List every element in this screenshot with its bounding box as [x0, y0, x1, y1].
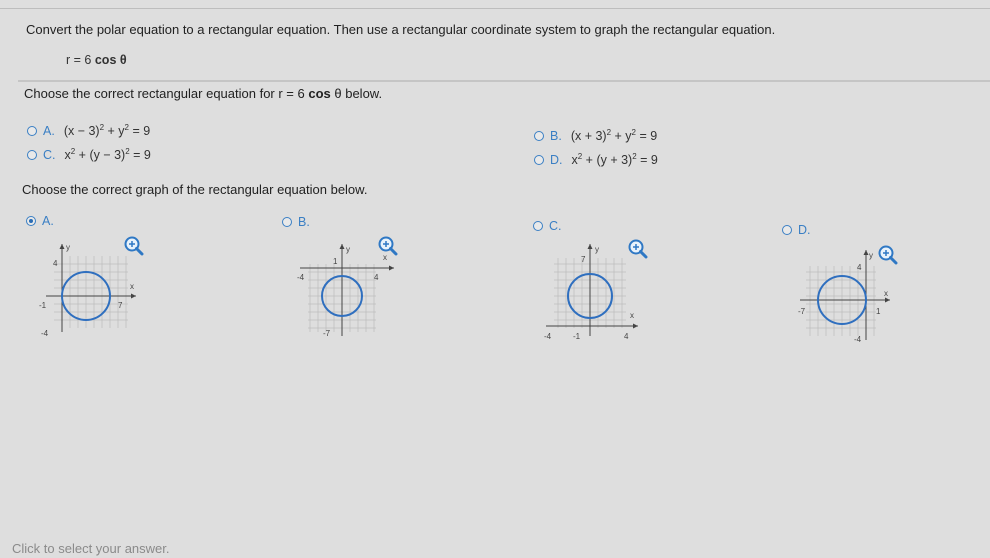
- graph-c[interactable]: y x 7 -4 4 -1: [540, 236, 666, 348]
- radio-button[interactable]: [27, 125, 37, 136]
- zoom-in-icon[interactable]: [124, 236, 144, 256]
- equation-part: + y: [104, 124, 125, 139]
- graph-choice-c[interactable]: C.: [533, 219, 571, 233]
- tick-label-top: 1: [333, 257, 338, 266]
- tick-label-top: 7: [581, 255, 586, 264]
- tick-label-left: -1: [39, 301, 47, 310]
- tick-label-right: 4: [624, 332, 629, 341]
- equation-part: (x − 3): [63, 124, 100, 139]
- equation-choice-d[interactable]: D. x2 + (y + 3)2 = 9: [534, 152, 658, 167]
- choice-equation: x2 + (y + 3)2 = 9: [572, 152, 658, 167]
- given-func: cos: [94, 53, 117, 67]
- tick-label-top: 4: [53, 259, 58, 268]
- graph-choice-d[interactable]: D.: [782, 223, 820, 237]
- choice-letter: B.: [550, 128, 562, 143]
- equation-part: (x + 3): [570, 129, 607, 144]
- tick-label-right: 1: [876, 307, 881, 316]
- x-axis-label: x: [630, 311, 634, 320]
- equation-part: = 9: [129, 148, 151, 163]
- given-equation: r = 6 cos θ: [66, 53, 127, 67]
- tick-label-right: 4: [374, 273, 379, 282]
- given-var: θ: [119, 53, 127, 67]
- tick-label-bottom: -4: [41, 329, 49, 338]
- graph-b[interactable]: y x 1 -4 4 -7: [290, 236, 416, 340]
- radio-button[interactable]: [533, 221, 543, 231]
- prompt1-func: cos: [308, 86, 331, 101]
- y-axis-label: y: [346, 245, 350, 254]
- equation-part: = 9: [129, 124, 151, 139]
- radio-button[interactable]: [534, 130, 544, 141]
- x-axis-label: x: [383, 253, 387, 262]
- radio-button-selected[interactable]: [26, 216, 36, 226]
- equation-choice-c[interactable]: C. x2 + (y − 3)2 = 9: [27, 147, 151, 162]
- question-text: Convert the polar equation to a rectangu…: [26, 22, 776, 37]
- equation-part: = 9: [636, 129, 658, 144]
- y-axis-label: y: [595, 245, 599, 254]
- tick-label-top: 4: [857, 263, 862, 272]
- tick-label-right: 7: [118, 301, 123, 310]
- choice-letter: C.: [43, 147, 56, 162]
- choice-letter: C.: [549, 219, 562, 233]
- tick-label-bottom: -7: [323, 329, 331, 338]
- graph-a[interactable]: y x 4 -1 7 -4: [36, 236, 162, 340]
- graph-prompt: Choose the correct graph of the rectangu…: [22, 182, 368, 197]
- graph-choice-a[interactable]: A.: [26, 214, 63, 228]
- tick-label-bottom: -1: [573, 332, 581, 341]
- graph-choice-b[interactable]: B.: [282, 215, 319, 229]
- zoom-in-icon[interactable]: [878, 245, 898, 265]
- prompt1-text: Choose the correct rectangular equation …: [24, 86, 309, 101]
- equation-choice-b[interactable]: B. (x + 3)2 + y2 = 9: [534, 128, 657, 143]
- equation-choice-a[interactable]: A. (x − 3)2 + y2 = 9: [27, 123, 150, 138]
- radio-button[interactable]: [782, 225, 792, 235]
- choice-equation: (x − 3)2 + y2 = 9: [64, 123, 150, 138]
- choice-letter: A.: [42, 214, 54, 228]
- tick-label-left: -4: [297, 273, 305, 282]
- equation-part: + (y − 3): [75, 148, 126, 163]
- choice-letter: B.: [298, 215, 310, 229]
- equation-prompt: Choose the correct rectangular equation …: [24, 86, 382, 101]
- choice-letter: D.: [550, 152, 563, 167]
- prompt1-tail: θ below.: [330, 86, 383, 101]
- tick-label-left: -7: [798, 307, 806, 316]
- y-axis-label: y: [66, 243, 70, 252]
- graph-d[interactable]: y x 4 -7 1 -4: [796, 240, 920, 348]
- equation-part: + (y + 3): [582, 153, 633, 168]
- zoom-in-icon[interactable]: [378, 236, 398, 256]
- radio-button[interactable]: [282, 217, 292, 227]
- given-lhs: r = 6: [66, 53, 92, 67]
- x-axis-label: x: [884, 289, 888, 298]
- radio-button[interactable]: [27, 149, 37, 160]
- footer-hint: Click to select your answer.: [12, 541, 170, 556]
- equation-part: = 9: [636, 153, 658, 168]
- choice-letter: D.: [798, 223, 811, 237]
- x-axis-label: x: [130, 282, 134, 291]
- choice-letter: A.: [43, 123, 55, 138]
- y-axis-label: y: [869, 251, 873, 260]
- top-border: [0, 8, 990, 9]
- tick-label-left: -4: [544, 332, 552, 341]
- equation-part: + y: [611, 129, 632, 144]
- choice-equation: x2 + (y − 3)2 = 9: [65, 147, 151, 162]
- tick-label-bottom: -4: [854, 335, 862, 344]
- section-divider: [18, 80, 990, 82]
- radio-button[interactable]: [534, 154, 544, 165]
- choice-equation: (x + 3)2 + y2 = 9: [571, 128, 657, 143]
- zoom-in-icon[interactable]: [628, 239, 648, 259]
